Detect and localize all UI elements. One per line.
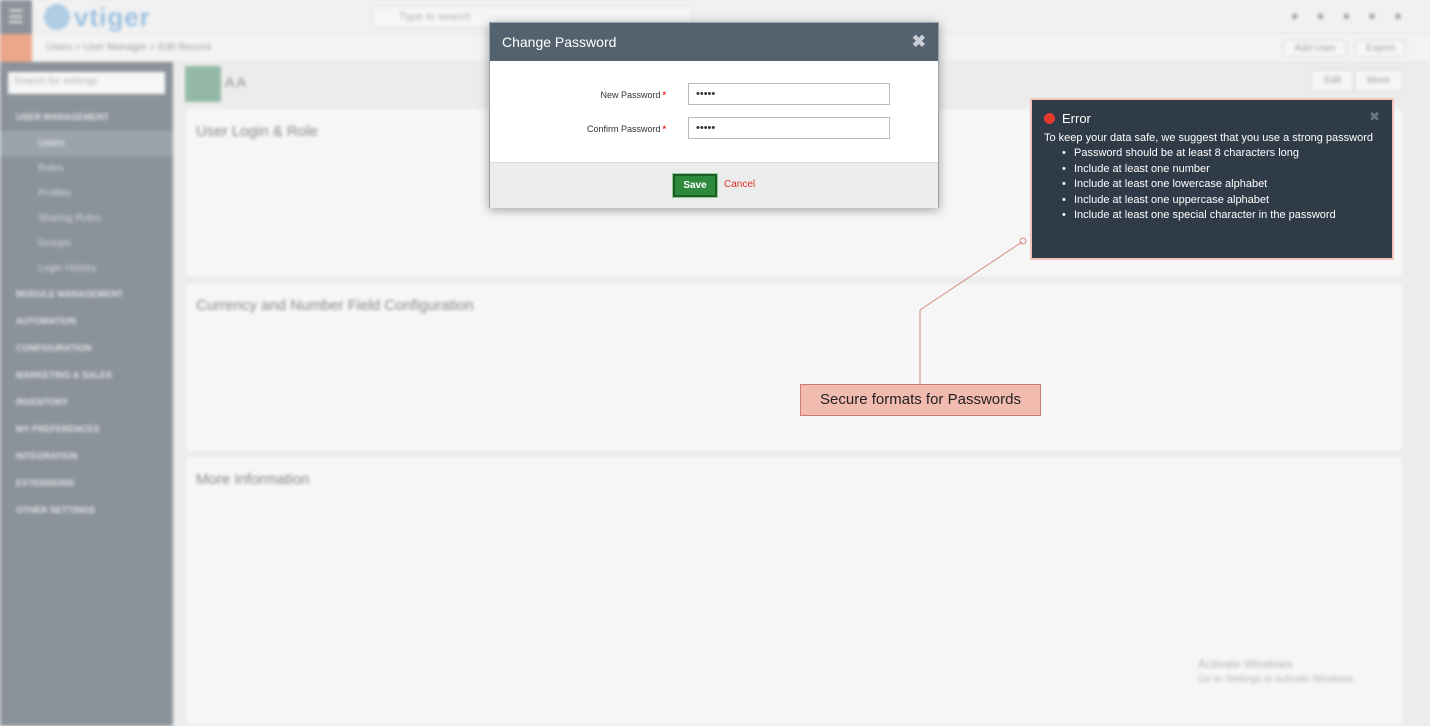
new-password-label: New Password * — [600, 90, 666, 100]
required-marker: * — [662, 124, 666, 134]
sidebar-item-profiles[interactable]: Profiles — [0, 181, 173, 206]
settings-sidebar: Search for settings USER MANAGEMENT User… — [0, 62, 173, 726]
sidebar-item-sharing-rules[interactable]: Sharing Rules — [0, 206, 173, 231]
sidebar-section-extensions[interactable]: EXTENSIONS — [0, 470, 173, 497]
module-icon — [0, 34, 32, 62]
edit-button[interactable]: Edit — [1310, 70, 1355, 91]
confirm-password-label-text: Confirm Password — [586, 124, 661, 134]
confirm-password-field[interactable] — [688, 117, 890, 139]
panel-currency-config: Currency and Number Field Configuration — [185, 282, 1403, 452]
sidebar-section-module-management[interactable]: MODULE MANAGEMENT — [0, 281, 173, 308]
hamburger-menu-icon[interactable]: ☰ — [0, 0, 32, 34]
sidebar-item-roles[interactable]: Roles — [0, 156, 173, 181]
logo-mark-icon — [44, 4, 70, 30]
export-button[interactable]: Export — [1355, 40, 1406, 57]
sidebar-item-users[interactable]: Users — [0, 131, 173, 156]
list-item: Include at least one uppercase alphabet — [1062, 193, 1380, 209]
sidebar-item-groups[interactable]: Groups — [0, 231, 173, 256]
sidebar-item-login-history[interactable]: Login History — [0, 256, 173, 281]
list-item: Password should be at least 8 characters… — [1062, 146, 1380, 162]
confirm-password-label: Confirm Password * — [587, 124, 666, 134]
error-message: To keep your data safe, we suggest that … — [1044, 132, 1373, 144]
required-marker: * — [662, 90, 666, 100]
logo-text: vtiger — [74, 2, 151, 32]
record-actions: Edit More — [1310, 70, 1403, 91]
sidebar-section-user-management[interactable]: USER MANAGEMENT — [0, 104, 173, 131]
breadcrumb: Users > User Manager > Edit Record — [46, 42, 211, 53]
error-notification: Error ✖ To keep your data safe, we sugge… — [1030, 98, 1394, 260]
save-button[interactable]: Save — [673, 174, 717, 197]
error-icon — [1044, 113, 1055, 124]
sub-header-actions: Add User Export — [1275, 40, 1406, 57]
sidebar-section-integration[interactable]: INTEGRATION — [0, 443, 173, 470]
sidebar-section-inventory[interactable]: INVENTORY — [0, 389, 173, 416]
cancel-link[interactable]: Cancel — [724, 179, 755, 190]
list-item: Include at least one number — [1062, 162, 1380, 178]
sidebar-section-automation[interactable]: AUTOMATION — [0, 308, 173, 335]
top-bar-icons[interactable]: ●●●●● — [1291, 8, 1420, 23]
change-password-modal: Change Password ✖ New Password* Confirm … — [489, 22, 939, 208]
avatar — [185, 66, 221, 102]
sidebar-search-input[interactable]: Search for settings — [8, 72, 165, 94]
windows-activation-watermark: Activate Windows Go to Settings to activ… — [1198, 656, 1356, 688]
sidebar-section-my-preferences[interactable]: MY PREFERENCES — [0, 416, 173, 443]
close-icon[interactable]: ✖ — [912, 32, 926, 52]
modal-footer: Save Cancel — [490, 162, 938, 208]
sidebar-section-other-settings[interactable]: OTHER SETTINGS — [0, 497, 173, 524]
modal-title: Change Password — [502, 34, 617, 50]
watermark-subtitle: Go to Settings to activate Windows. — [1198, 674, 1356, 685]
error-title: Error — [1062, 111, 1091, 126]
new-password-field[interactable] — [688, 83, 890, 105]
annotation-label: Secure formats for Passwords — [800, 384, 1041, 416]
more-button[interactable]: More — [1354, 70, 1403, 91]
list-item: Include at least one lowercase alphabet — [1062, 177, 1380, 193]
sidebar-section-configuration[interactable]: CONFIGURATION — [0, 335, 173, 362]
sidebar-section-marketing-sales[interactable]: MARKETING & SALES — [0, 362, 173, 389]
watermark-title: Activate Windows — [1198, 657, 1293, 671]
panel-title: Currency and Number Field Configuration — [196, 297, 474, 314]
list-item: Include at least one special character i… — [1062, 208, 1380, 224]
password-rules-list: Password should be at least 8 characters… — [1044, 146, 1380, 224]
modal-header: Change Password ✖ — [490, 23, 938, 61]
panel-title: More Information — [196, 471, 310, 488]
add-user-button[interactable]: Add User — [1283, 40, 1348, 57]
new-password-label-text: New Password — [600, 90, 661, 100]
modal-body: New Password* Confirm Password* — [490, 61, 938, 162]
error-header: Error — [1044, 110, 1380, 130]
vtiger-logo[interactable]: vtiger — [44, 4, 164, 30]
close-icon[interactable]: ✖ — [1369, 109, 1380, 125]
record-title: A A — [225, 74, 247, 90]
